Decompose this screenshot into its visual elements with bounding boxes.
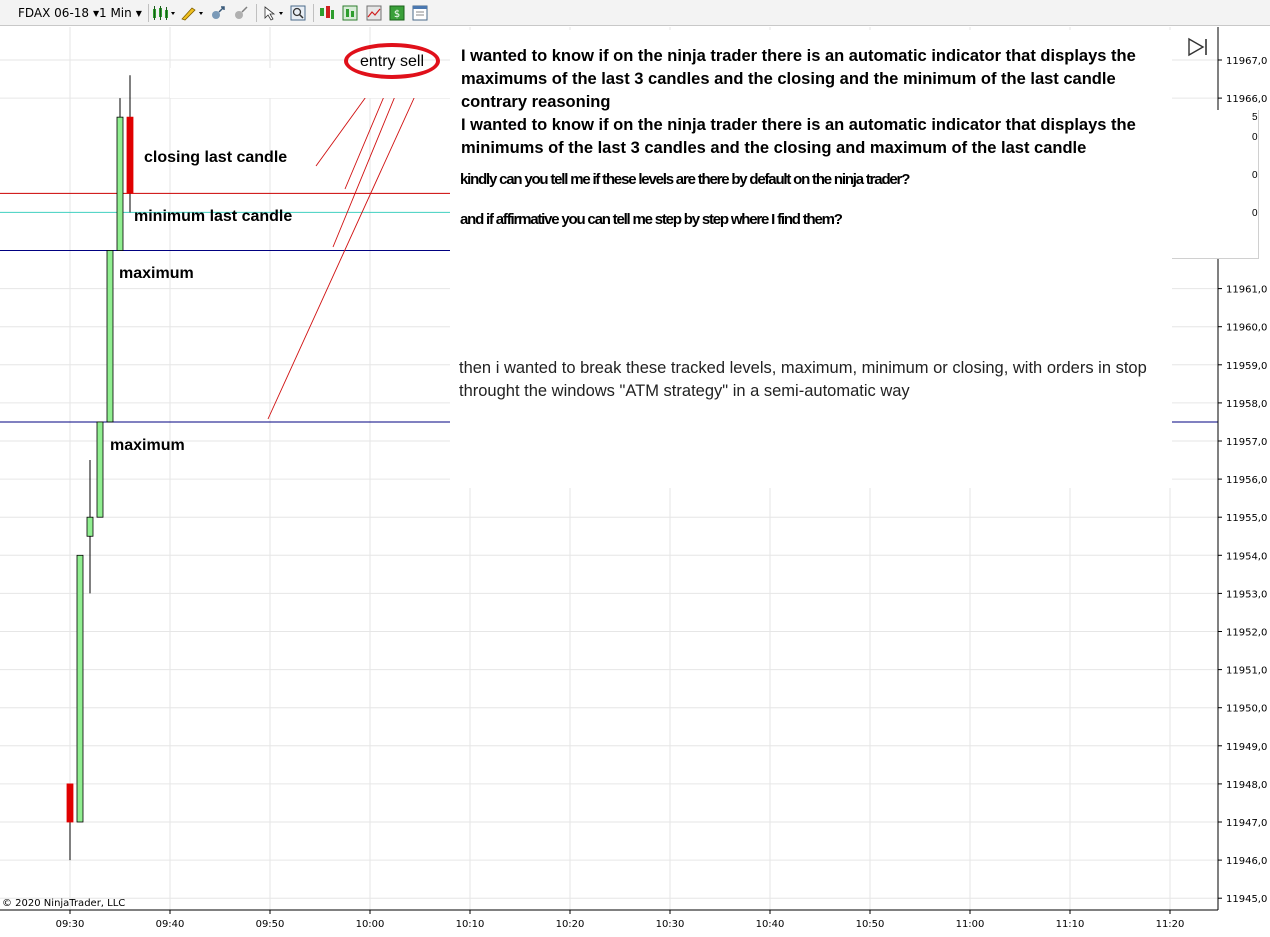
x-tick-label: 10:50 (856, 919, 885, 930)
x-tick-label: 09:40 (156, 919, 185, 930)
entry-sell-label: entry sell (359, 53, 425, 70)
toolbar-divider (313, 4, 314, 22)
x-tick-label: 10:20 (556, 919, 585, 930)
chevron-down-icon: ▼ (135, 8, 142, 18)
y-tick-label: 11960,0 (1226, 323, 1267, 334)
y-tick-label: 11961,0 (1226, 285, 1267, 296)
question-line: and if affirmative you can tell me step … (460, 211, 843, 228)
order-entry-icon[interactable]: $ (389, 5, 405, 21)
y-tick-label: 11949,0 (1226, 742, 1267, 753)
toolbar-divider (256, 4, 257, 22)
x-tick-label: 10:10 (456, 919, 485, 930)
y-tick-label: 11953,0 (1226, 589, 1267, 600)
question-line: contrary reasoning (461, 93, 611, 111)
x-tick-label: 10:00 (356, 919, 385, 930)
panel-fragment: 0 (1252, 132, 1258, 143)
y-tick-label: 11959,0 (1226, 361, 1267, 372)
snap-mode-icon[interactable] (210, 5, 226, 21)
maximum-lower-label: maximum (110, 437, 185, 454)
maximum-upper-label: maximum (119, 265, 194, 282)
copyright-notice: © 2020 NinjaTrader, LLC (2, 898, 126, 909)
y-tick-label: 11956,0 (1226, 475, 1267, 486)
x-tick-label: 09:50 (256, 919, 285, 930)
interval-label: 1 Min (99, 6, 132, 20)
x-tick-label: 10:30 (656, 919, 685, 930)
question-line: I wanted to know if on the ninja trader … (461, 116, 1136, 157)
candle-body (126, 116, 134, 194)
drawing-tools-icon[interactable] (180, 5, 204, 21)
candle-body (66, 783, 74, 823)
candle-body (96, 421, 104, 518)
y-tick-label: 11946,0 (1226, 856, 1267, 867)
y-tick-label: 11955,0 (1226, 513, 1267, 524)
y-tick-label: 11950,0 (1226, 704, 1267, 715)
indicators-icon[interactable] (319, 5, 335, 21)
y-tick-label: 11947,0 (1226, 818, 1267, 829)
entry-sell-callout: entry sell (344, 43, 440, 79)
templates-icon[interactable] (366, 5, 382, 21)
x-tick-label: 11:20 (1156, 919, 1185, 930)
panel-fragment: 5 (1252, 112, 1258, 123)
scroll-to-end-icon[interactable] (1186, 37, 1210, 57)
chart-toolbar: FDAX 06-18 ▼ 1 Min ▼ $ (0, 0, 1270, 26)
y-tick-label: 11951,0 (1226, 666, 1267, 677)
candle-body (86, 516, 94, 537)
pan-icon[interactable] (233, 5, 249, 21)
obscured-panel: 5 0 0 0 (1172, 110, 1259, 259)
x-tick-label: 11:10 (1056, 919, 1085, 930)
question-line: I wanted to know if on the ninja trader … (461, 47, 1136, 88)
y-tick-label: 11952,0 (1226, 628, 1267, 639)
y-tick-label: 11957,0 (1226, 437, 1267, 448)
properties-icon[interactable] (412, 5, 428, 21)
annotation-arrow (344, 86, 389, 190)
svg-text:$: $ (394, 9, 400, 20)
bar-style-icon[interactable] (152, 5, 176, 21)
panel-fragment: 0 (1252, 170, 1258, 181)
minimum-last-candle-label: minimum last candle (134, 208, 293, 225)
y-tick-label: 11966,0 (1226, 94, 1267, 105)
x-axis: 09:30 09:40 09:50 10:00 10:10 10:20 10:30 10:40… (56, 910, 1185, 930)
x-tick-label: 11:00 (956, 919, 985, 930)
select-icon[interactable] (262, 5, 286, 21)
panel-fragment: 0 (1252, 208, 1258, 219)
x-tick-label: 10:40 (756, 919, 785, 930)
y-tick-label: 11967,0 (1226, 56, 1267, 67)
interval-selector[interactable]: 1 Min ▼ (99, 4, 142, 22)
strategies-icon[interactable] (342, 5, 358, 21)
question-text: I wanted to know if on the ninja trader … (461, 45, 1161, 160)
question-line: kindly can you tell me if these levels a… (460, 171, 910, 188)
y-tick-label: 11945,0 (1226, 894, 1267, 905)
annotation-arrow (332, 88, 399, 248)
y-tick-label: 11954,0 (1226, 551, 1267, 562)
closing-last-candle-label: closing last candle (144, 149, 288, 166)
y-tick-label: 11958,0 (1226, 399, 1267, 410)
candle-body (106, 250, 114, 423)
y-tick-label: 11948,0 (1226, 780, 1267, 791)
followup-text: then i wanted to break these tracked lev… (459, 359, 1147, 400)
zoom-icon[interactable] (290, 5, 306, 21)
toolbar-divider (148, 4, 149, 22)
instrument-selector[interactable]: FDAX 06-18 ▼ (18, 4, 99, 22)
candle-body (76, 554, 84, 823)
instrument-label: FDAX 06-18 (18, 6, 90, 20)
candle-body (116, 116, 124, 251)
annotation-arrow (267, 84, 421, 420)
x-tick-label: 09:30 (56, 919, 85, 930)
